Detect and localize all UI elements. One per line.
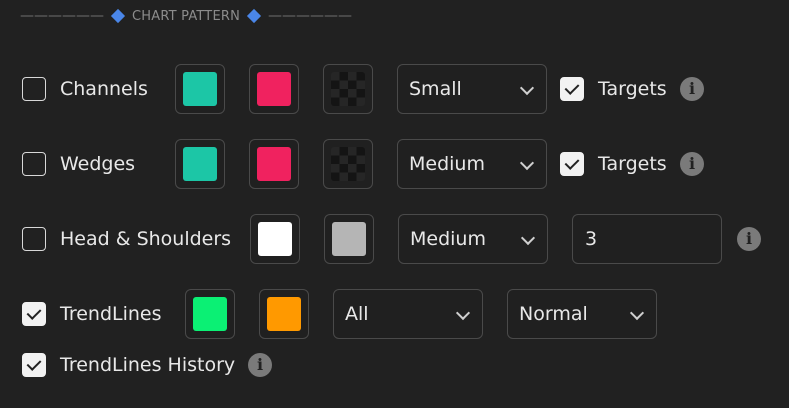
wedges-fill-swatch[interactable] xyxy=(323,139,373,189)
wedges-label: Wedges xyxy=(60,153,136,175)
channels-fill-swatch[interactable] xyxy=(323,64,373,114)
header-right-rule: —————— xyxy=(268,8,353,24)
select-value: Small xyxy=(409,78,462,100)
head-shoulders-color-1-swatch[interactable] xyxy=(250,214,300,264)
color-fill xyxy=(257,147,291,181)
wedges-targets-label: Targets xyxy=(598,153,667,175)
trendlines-color-2-swatch[interactable] xyxy=(259,289,309,339)
diamond-icon xyxy=(110,8,126,24)
chevron-down-icon xyxy=(519,155,535,171)
channels-targets-checkbox[interactable] xyxy=(560,77,584,101)
channels-color-2-swatch[interactable] xyxy=(249,64,299,114)
select-value: Medium xyxy=(410,228,486,250)
wedges-targets-checkbox[interactable] xyxy=(560,152,584,176)
trendlines-history-checkbox[interactable] xyxy=(22,353,46,377)
header-left-rule: —————— xyxy=(20,8,104,24)
wedges-color-2-swatch[interactable] xyxy=(249,139,299,189)
info-icon[interactable]: i xyxy=(680,152,704,176)
chevron-down-icon xyxy=(455,305,471,321)
trendlines-checkbox[interactable] xyxy=(22,302,46,326)
color-fill xyxy=(183,72,217,106)
head-shoulders-color-2-swatch[interactable] xyxy=(324,214,374,264)
transparent-swatch-icon xyxy=(331,72,365,106)
color-fill xyxy=(332,222,366,256)
info-icon[interactable]: i xyxy=(680,77,704,101)
diamond-icon xyxy=(246,8,262,24)
input-value: 3 xyxy=(585,228,598,250)
trendlines-label: TrendLines xyxy=(60,303,162,325)
channels-size-select[interactable]: Small xyxy=(397,64,547,114)
trendlines-mode-select[interactable]: All xyxy=(333,289,483,339)
color-fill xyxy=(257,72,291,106)
color-fill xyxy=(267,297,301,331)
wedges-checkbox[interactable] xyxy=(22,152,46,176)
info-icon[interactable]: i xyxy=(737,227,761,251)
trendlines-color-1-swatch[interactable] xyxy=(185,289,235,339)
trendlines-history-label: TrendLines History xyxy=(60,354,236,376)
head-shoulders-label: Head & Shoulders xyxy=(60,228,232,250)
channels-checkbox[interactable] xyxy=(22,77,46,101)
info-icon[interactable]: i xyxy=(248,353,272,377)
channels-targets-label: Targets xyxy=(598,78,667,100)
head-shoulders-checkbox[interactable] xyxy=(22,227,46,251)
trendlines-style-select[interactable]: Normal xyxy=(507,289,657,339)
color-fill xyxy=(193,297,227,331)
color-fill xyxy=(183,147,217,181)
select-value: Medium xyxy=(409,153,485,175)
color-fill xyxy=(258,222,292,256)
select-value: Normal xyxy=(519,303,588,325)
channels-color-1-swatch[interactable] xyxy=(175,64,225,114)
head-shoulders-size-select[interactable]: Medium xyxy=(398,214,548,264)
section-title: CHART PATTERN xyxy=(132,8,241,24)
chevron-down-icon xyxy=(520,230,536,246)
chevron-down-icon xyxy=(629,305,645,321)
chevron-down-icon xyxy=(519,80,535,96)
wedges-color-1-swatch[interactable] xyxy=(175,139,225,189)
select-value: All xyxy=(345,303,369,325)
transparent-swatch-icon xyxy=(331,147,365,181)
section-header: —————— CHART PATTERN —————— xyxy=(20,6,352,26)
head-shoulders-number-input[interactable]: 3 xyxy=(572,214,722,264)
wedges-size-select[interactable]: Medium xyxy=(397,139,547,189)
channels-label: Channels xyxy=(60,78,148,100)
